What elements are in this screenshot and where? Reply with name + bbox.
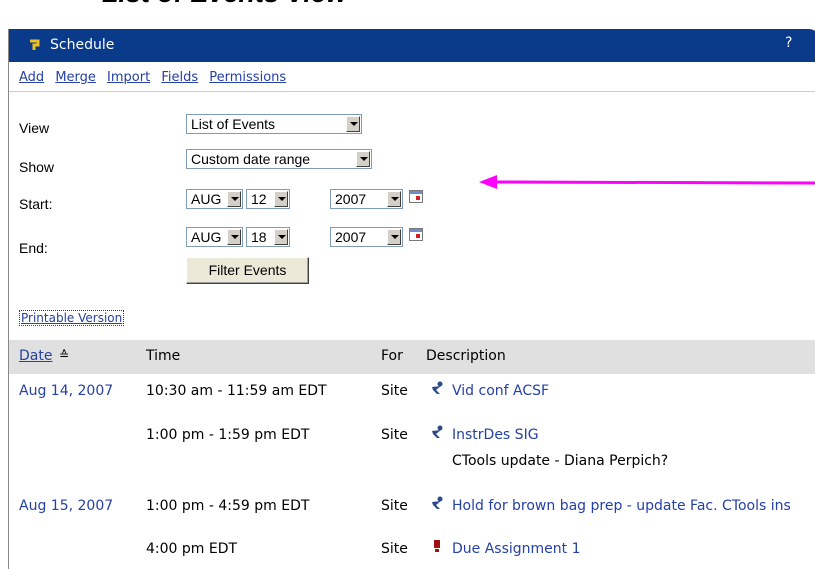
column-header-for: For — [381, 348, 403, 364]
event-title-link[interactable]: Due Assignment 1 — [452, 541, 581, 557]
menu-permissions[interactable]: Permissions — [209, 70, 286, 85]
menu-add[interactable]: Add — [19, 70, 44, 85]
slide-title: List of Events View — [102, 0, 347, 9]
meeting-icon — [432, 381, 443, 394]
end-day-value: 18 — [251, 229, 267, 245]
filter-events-button[interactable]: Filter Events — [186, 257, 309, 284]
event-time: 1:00 pm - 1:59 pm EDT — [146, 427, 310, 443]
event-for: Site — [381, 427, 408, 443]
event-title-link[interactable]: Vid conf ACSF — [452, 383, 549, 399]
tool-menu: Add Merge Import Fields Permissions — [19, 70, 293, 85]
chevron-down-icon — [387, 191, 401, 207]
end-year-select[interactable]: 2007 — [330, 227, 403, 247]
event-date: Aug 14, 2007 — [19, 383, 114, 399]
table-header: Date ≙ Time For Description — [9, 340, 815, 374]
meeting-icon — [432, 496, 443, 509]
end-month-value: AUG — [191, 229, 222, 245]
chevron-down-icon — [227, 229, 241, 245]
event-for: Site — [381, 498, 408, 514]
column-header-date[interactable]: Date — [19, 348, 52, 364]
chevron-down-icon — [227, 191, 241, 207]
view-select-value: List of Events — [191, 116, 276, 132]
help-icon[interactable]: ? — [785, 35, 792, 51]
end-label: End: — [19, 240, 48, 256]
event-for: Site — [381, 383, 408, 399]
end-calendar-icon[interactable] — [409, 228, 423, 241]
start-month-select[interactable]: AUG — [186, 189, 243, 209]
deadline-icon — [434, 540, 440, 552]
end-day-select[interactable]: 18 — [246, 227, 290, 247]
start-day-select[interactable]: 12 — [246, 189, 290, 209]
event-time: 1:00 pm - 4:59 pm EDT — [146, 498, 310, 514]
show-select[interactable]: Custom date range — [186, 149, 372, 169]
event-title-link[interactable]: Hold for brown bag prep - update Fac. CT… — [452, 498, 791, 514]
view-label: View — [19, 120, 50, 136]
show-select-value: Custom date range — [191, 151, 311, 167]
chevron-down-icon — [346, 116, 360, 132]
schedule-tool-icon — [26, 37, 42, 53]
menu-fields[interactable]: Fields — [161, 70, 198, 85]
column-header-time: Time — [146, 348, 181, 364]
show-label: Show — [19, 159, 55, 175]
sort-ascending-icon[interactable]: ≙ — [59, 348, 69, 362]
end-month-select[interactable]: AUG — [186, 227, 243, 247]
event-for: Site — [381, 541, 408, 557]
event-date: Aug 15, 2007 — [19, 498, 114, 514]
event-time: 4:00 pm EDT — [146, 541, 238, 557]
schedule-tool: Schedule ? Add Merge Import Fields Permi… — [8, 29, 815, 569]
start-year-select[interactable]: 2007 — [330, 189, 403, 209]
start-year-value: 2007 — [335, 191, 367, 207]
menu-merge[interactable]: Merge — [55, 70, 96, 85]
menu-import[interactable]: Import — [107, 70, 150, 85]
meeting-icon — [432, 425, 443, 438]
start-day-value: 12 — [251, 191, 267, 207]
start-calendar-icon[interactable] — [409, 190, 423, 203]
chevron-down-icon — [274, 191, 288, 207]
event-note: CTools update - Diana Perpich? — [452, 453, 669, 469]
tool-title-bar: Schedule ? — [9, 29, 815, 62]
menu-divider — [9, 91, 815, 92]
annotation-arrow — [479, 175, 815, 189]
chevron-down-icon — [274, 229, 288, 245]
view-select[interactable]: List of Events — [186, 114, 362, 134]
chevron-down-icon — [387, 229, 401, 245]
start-month-value: AUG — [191, 191, 222, 207]
column-header-description: Description — [426, 348, 506, 364]
start-label: Start: — [19, 196, 53, 212]
tool-title: Schedule — [50, 37, 115, 53]
end-year-value: 2007 — [335, 229, 367, 245]
event-title-link[interactable]: InstrDes SIG — [452, 427, 539, 443]
chevron-down-icon — [356, 151, 370, 167]
printable-version-link[interactable]: Printable Version — [19, 310, 125, 326]
event-time: 10:30 am - 11:59 am EDT — [146, 383, 327, 399]
